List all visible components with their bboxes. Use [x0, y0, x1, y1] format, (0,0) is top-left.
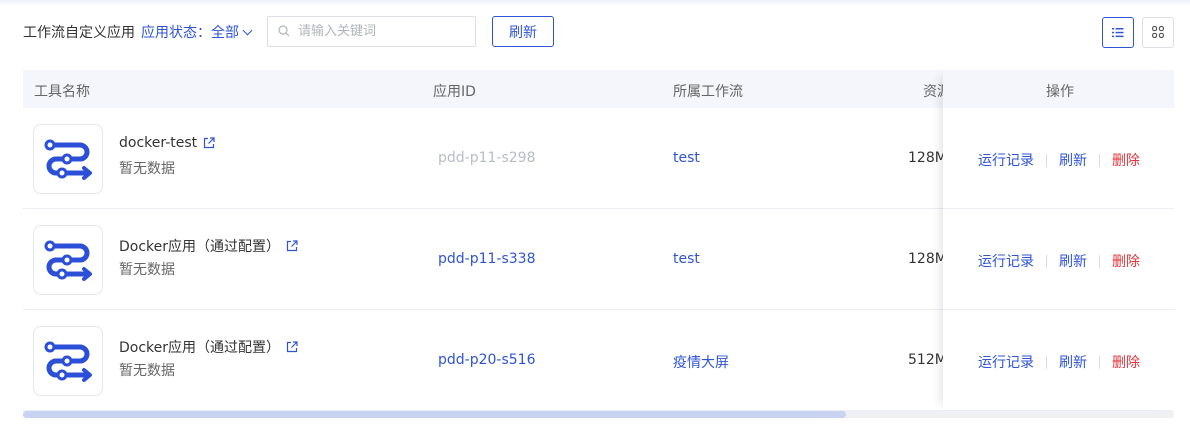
grid-view-icon [1152, 23, 1164, 42]
refresh-link[interactable]: 刷新 [1059, 352, 1087, 372]
delete-link[interactable]: 删除 [1112, 352, 1140, 372]
column-header-actions: 操作 [1046, 84, 1074, 100]
divider [1046, 153, 1047, 167]
search-input[interactable] [298, 24, 468, 39]
run-history-link[interactable]: 运行记录 [978, 251, 1034, 271]
workflow-logo-icon [33, 326, 103, 396]
app-id-link[interactable]: pdd-p11-s338 [438, 251, 535, 267]
delete-link[interactable]: 删除 [1112, 150, 1140, 170]
tool-name-text: docker-test [119, 135, 198, 151]
refresh-button[interactable]: 刷新 [492, 16, 554, 47]
column-header-tool-name: 工具名称 [34, 84, 90, 100]
app-id-link[interactable]: pdd-p20-s516 [438, 352, 535, 368]
divider [1046, 254, 1047, 268]
chevron-down-icon [242, 25, 253, 35]
refresh-link[interactable]: 刷新 [1059, 150, 1087, 170]
horizontal-scrollbar[interactable] [23, 411, 1174, 418]
search-box[interactable] [267, 16, 476, 47]
apps-table: 工具名称 应用ID 所属工作流 资源 docker-test 暂无数据 pdd-… [23, 70, 1174, 411]
resource-value: 128M [908, 251, 947, 267]
divider [1099, 153, 1100, 167]
run-history-link[interactable]: 运行记录 [978, 352, 1034, 372]
tool-name: docker-test [119, 135, 215, 151]
status-filter-dropdown[interactable]: 应用状态：全部 [141, 22, 253, 42]
workflow-link[interactable]: test [673, 150, 700, 166]
tool-description: 暂无数据 [119, 363, 175, 379]
resource-value: 512M [908, 352, 947, 368]
external-link-icon[interactable] [203, 137, 215, 149]
refresh-link[interactable]: 刷新 [1059, 251, 1087, 271]
page-title: 工作流自定义应用 [23, 25, 135, 41]
actions-column: 操作 运行记录 刷新 删除 运行记录 刷新 删除 运行记录 刷新 删除 [943, 70, 1174, 410]
list-view-button[interactable] [1102, 17, 1134, 48]
column-header-workflow: 所属工作流 [673, 84, 743, 100]
toolbar: 工作流自定义应用 应用状态：全部 刷新 [0, 0, 1190, 64]
actions-header: 操作 [943, 70, 1174, 108]
status-filter-label: 应用状态：全部 [141, 25, 239, 41]
actions-row: 运行记录 刷新 删除 [943, 209, 1174, 310]
workflow-link[interactable]: test [673, 251, 700, 267]
run-history-link[interactable]: 运行记录 [978, 150, 1034, 170]
tool-name-text: Docker应用（通过配置） [119, 340, 281, 356]
app-id: pdd-p11-s298 [438, 150, 536, 166]
workflow-link[interactable]: 疫情大屏 [673, 352, 729, 372]
divider [1099, 355, 1100, 369]
actions-row: 运行记录 刷新 删除 [943, 108, 1174, 209]
divider [1046, 355, 1047, 369]
tool-name: Docker应用（通过配置） [119, 337, 298, 357]
workflow-logo-icon [33, 124, 103, 194]
tool-name-text: Docker应用（通过配置） [119, 239, 281, 255]
list-view-icon [1112, 23, 1124, 42]
delete-link[interactable]: 删除 [1112, 251, 1140, 271]
column-header-app-id: 应用ID [433, 84, 476, 100]
grid-view-button[interactable] [1142, 17, 1174, 48]
tool-name: Docker应用（通过配置） [119, 236, 298, 256]
external-link-icon[interactable] [286, 341, 298, 353]
external-link-icon[interactable] [286, 240, 298, 252]
search-icon [278, 22, 290, 41]
tool-description: 暂无数据 [119, 262, 175, 278]
resource-value: 128M [908, 150, 947, 166]
tool-description: 暂无数据 [119, 161, 175, 177]
actions-row: 运行记录 刷新 删除 [943, 310, 1174, 410]
scrollbar-thumb[interactable] [23, 411, 846, 418]
divider [1099, 254, 1100, 268]
workflow-logo-icon [33, 225, 103, 295]
